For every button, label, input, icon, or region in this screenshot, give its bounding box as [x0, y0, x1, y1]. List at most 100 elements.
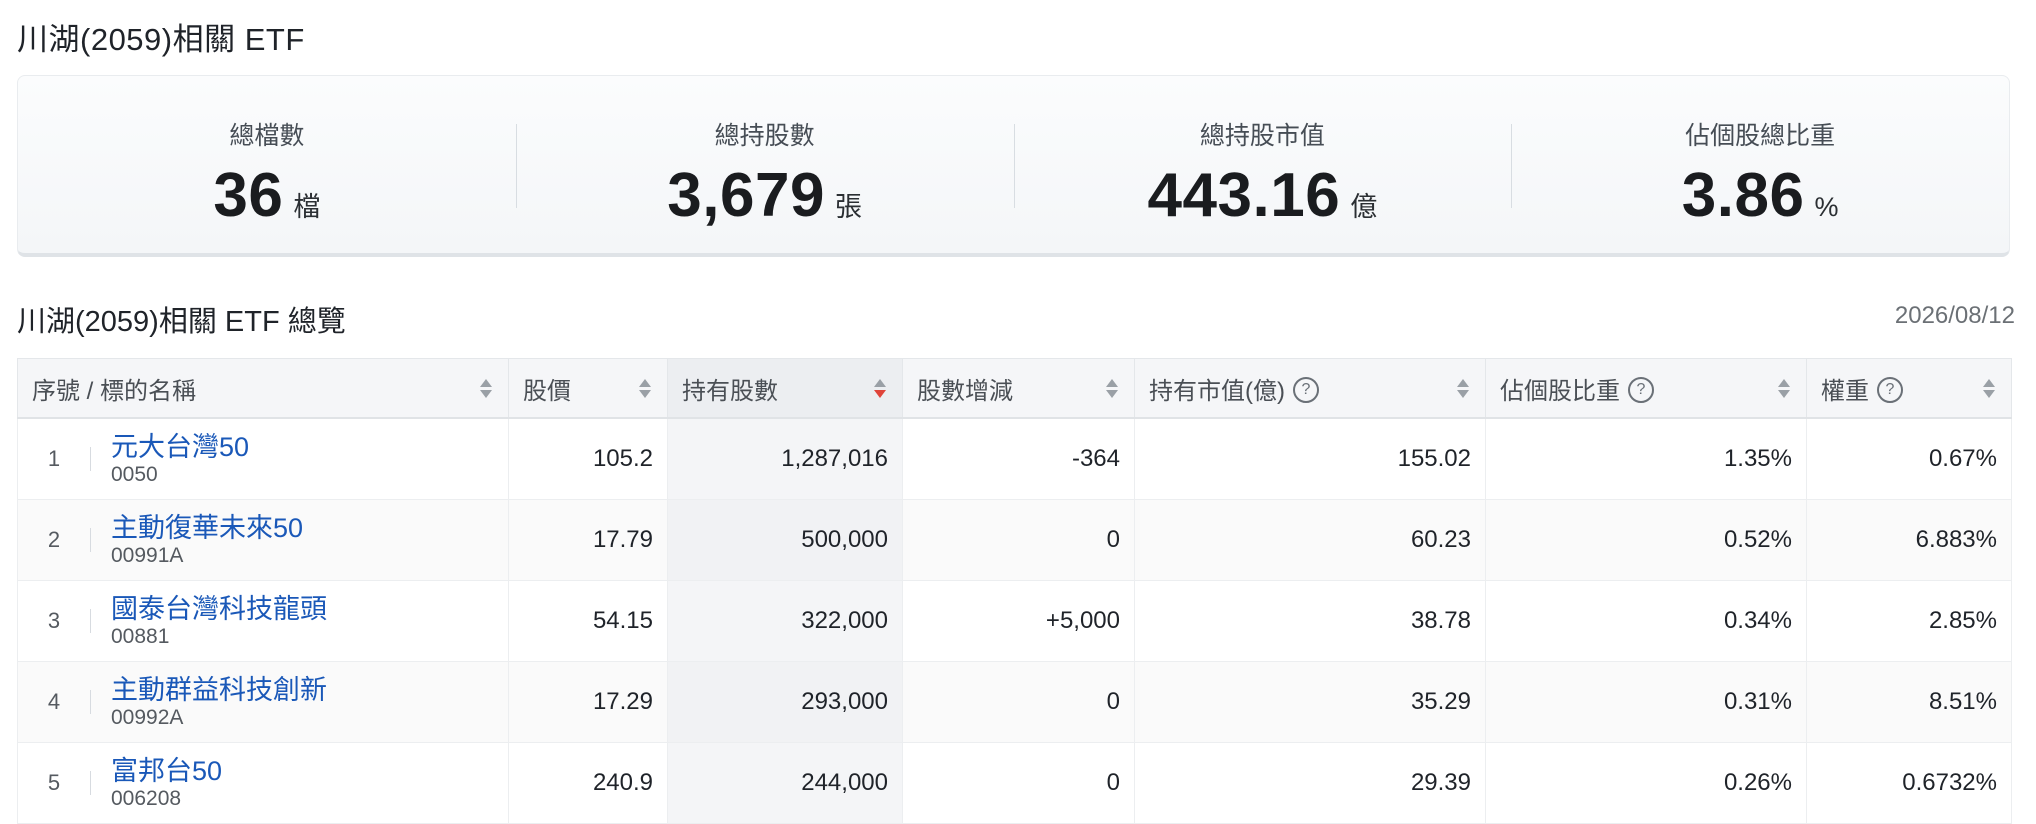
etf-code: 006208 — [111, 787, 182, 810]
help-circle-icon[interactable]: ? — [1292, 377, 1319, 404]
table-row: 2 主動復華未來50 00991A 17.79 500,000 0 60.23 0.… — [17, 499, 2012, 581]
etf-code: 00991A — [111, 544, 184, 567]
stat-total-ratio: 佔個股總比重 3.86% — [1511, 76, 2009, 253]
stat-label: 總檔數 — [229, 122, 305, 150]
sort-arrows-icon[interactable] — [1983, 379, 1995, 399]
stat-label: 總持股數 — [714, 122, 815, 150]
column-header-change[interactable]: 股數增減 — [902, 358, 1135, 419]
row-index: 4 — [32, 690, 91, 714]
column-header-market-value[interactable]: 持有市值(億)? — [1134, 358, 1486, 419]
etf-name-link[interactable]: 主動復華未來50 — [111, 512, 303, 544]
stat-value: 443.16 — [1147, 161, 1341, 230]
stat-value: 36 — [213, 161, 284, 230]
row-index: 2 — [32, 528, 91, 552]
column-header-label: 股數增減 — [917, 377, 1013, 405]
cell-name: 4 主動群益科技創新 00992A — [17, 661, 509, 743]
column-header-label: 權重 — [1821, 377, 1869, 405]
cell-price: 17.29 — [508, 661, 668, 743]
cell-price: 17.79 — [508, 499, 668, 581]
cell-name: 3 國泰台灣科技龍頭 00881 — [17, 580, 509, 662]
stat-value: 3,679 — [667, 161, 825, 230]
table-row: 4 主動群益科技創新 00992A 17.29 293,000 0 35.29 0.… — [17, 661, 2012, 743]
sort-arrows-icon[interactable] — [1457, 379, 1469, 399]
cell-market-value: 155.02 — [1134, 418, 1486, 500]
cell-change: 0 — [902, 742, 1135, 824]
etf-name-link[interactable]: 元大台灣50 — [111, 431, 249, 463]
overview-date: 2026/08/12 — [1894, 302, 2015, 329]
overview-title: 川湖(2059)相關 ETF 總覽 — [17, 306, 346, 338]
help-circle-icon[interactable]: ? — [1628, 377, 1654, 404]
stat-total-shares: 總持股數 3,679 張 — [515, 76, 1014, 253]
cell-change: -364 — [902, 418, 1135, 500]
cell-change: 0 — [902, 661, 1135, 743]
etf-name-link[interactable]: 富邦台50 — [111, 755, 222, 787]
cell-weight: 0.6732% — [1806, 742, 2012, 824]
cell-ratio: 0.31% — [1485, 661, 1807, 743]
cell-ratio: 0.52% — [1485, 499, 1807, 581]
page-title: 川湖(2059)相關 ETF — [17, 22, 305, 57]
etf-table: 序號 / 標的名稱 股價 持有股數 股數增減 持有市值(億)? 佔個股比重? 權… — [17, 358, 2012, 824]
cell-name: 1 元大台灣50 0050 — [17, 418, 509, 500]
sort-arrows-icon[interactable] — [1106, 379, 1118, 399]
cell-name: 5 富邦台50 006208 — [17, 742, 509, 824]
stat-total-market-value: 總持股市值 443.16 億 — [1013, 76, 1512, 253]
column-header-name[interactable]: 序號 / 標的名稱 — [17, 358, 509, 419]
cell-ratio: 0.26% — [1485, 742, 1807, 824]
help-circle-icon[interactable]: ? — [1877, 377, 1903, 404]
etf-code: 00881 — [111, 625, 170, 648]
cell-name: 2 主動復華未來50 00991A — [17, 499, 509, 581]
cell-price: 105.2 — [508, 418, 668, 500]
cell-shares: 322,000 — [667, 580, 903, 662]
cell-price: 240.9 — [508, 742, 668, 824]
cell-ratio: 0.34% — [1485, 580, 1807, 662]
sort-arrows-icon[interactable] — [639, 379, 651, 399]
column-header-weight[interactable]: 權重? — [1806, 358, 2012, 419]
cell-weight: 6.883% — [1806, 499, 2012, 581]
column-header-label: 股價 — [523, 377, 571, 405]
stat-value: 3.86 — [1681, 161, 1805, 230]
sort-arrows-icon[interactable] — [1778, 379, 1790, 399]
table-row: 1 元大台灣50 0050 105.2 1,287,016 -364 155.02 … — [17, 418, 2012, 500]
stat-unit: 檔 — [293, 192, 321, 222]
cell-shares: 244,000 — [667, 742, 903, 824]
column-header-price[interactable]: 股價 — [508, 358, 668, 419]
etf-code: 00992A — [111, 706, 184, 729]
sort-arrows-icon[interactable] — [480, 379, 492, 399]
etf-name-link[interactable]: 主動群益科技創新 — [111, 674, 327, 706]
stat-unit: 張 — [834, 192, 862, 222]
cell-weight: 0.67% — [1806, 418, 2012, 500]
cell-weight: 2.85% — [1806, 580, 2012, 662]
cell-shares: 1,287,016 — [667, 418, 903, 500]
cell-market-value: 35.29 — [1134, 661, 1486, 743]
stat-total-count: 總檔數 36 檔 — [18, 76, 516, 253]
summary-card: 總檔數 36 檔 總持股數 3,679 張 總持股市值 443.16 億 佔個股總比重… — [17, 75, 2010, 257]
cell-shares: 500,000 — [667, 499, 903, 581]
stat-unit: 億 — [1350, 192, 1378, 222]
row-index: 1 — [32, 447, 91, 471]
stat-unit: % — [1814, 192, 1839, 222]
stat-label: 佔個股總比重 — [1685, 122, 1836, 150]
row-index: 3 — [32, 609, 91, 633]
table-row: 3 國泰台灣科技龍頭 00881 54.15 322,000 +5,000 38.7… — [17, 580, 2012, 662]
cell-shares: 293,000 — [667, 661, 903, 743]
cell-change: +5,000 — [902, 580, 1135, 662]
column-header-ratio[interactable]: 佔個股比重? — [1485, 358, 1807, 419]
cell-market-value: 38.78 — [1134, 580, 1486, 662]
cell-change: 0 — [902, 499, 1135, 581]
etf-name-link[interactable]: 國泰台灣科技龍頭 — [111, 593, 327, 625]
cell-market-value: 60.23 — [1134, 499, 1486, 581]
cell-price: 54.15 — [508, 580, 668, 662]
stat-label: 總持股市值 — [1199, 122, 1325, 150]
column-header-label: 序號 / 標的名稱 — [32, 377, 197, 405]
sort-desc-icon[interactable] — [874, 379, 886, 399]
column-header-label: 持有股數 — [682, 377, 778, 405]
table-header-row: 序號 / 標的名稱 股價 持有股數 股數增減 持有市值(億)? 佔個股比重? 權… — [17, 358, 2012, 419]
row-index: 5 — [32, 771, 91, 795]
cell-weight: 8.51% — [1806, 661, 2012, 743]
table-row: 5 富邦台50 006208 240.9 244,000 0 29.39 0.26%… — [17, 742, 2012, 824]
etf-code: 0050 — [111, 463, 158, 486]
column-header-label: 佔個股比重 — [1500, 377, 1620, 405]
cell-market-value: 29.39 — [1134, 742, 1486, 824]
cell-ratio: 1.35% — [1485, 418, 1807, 500]
column-header-shares[interactable]: 持有股數 — [667, 358, 903, 419]
